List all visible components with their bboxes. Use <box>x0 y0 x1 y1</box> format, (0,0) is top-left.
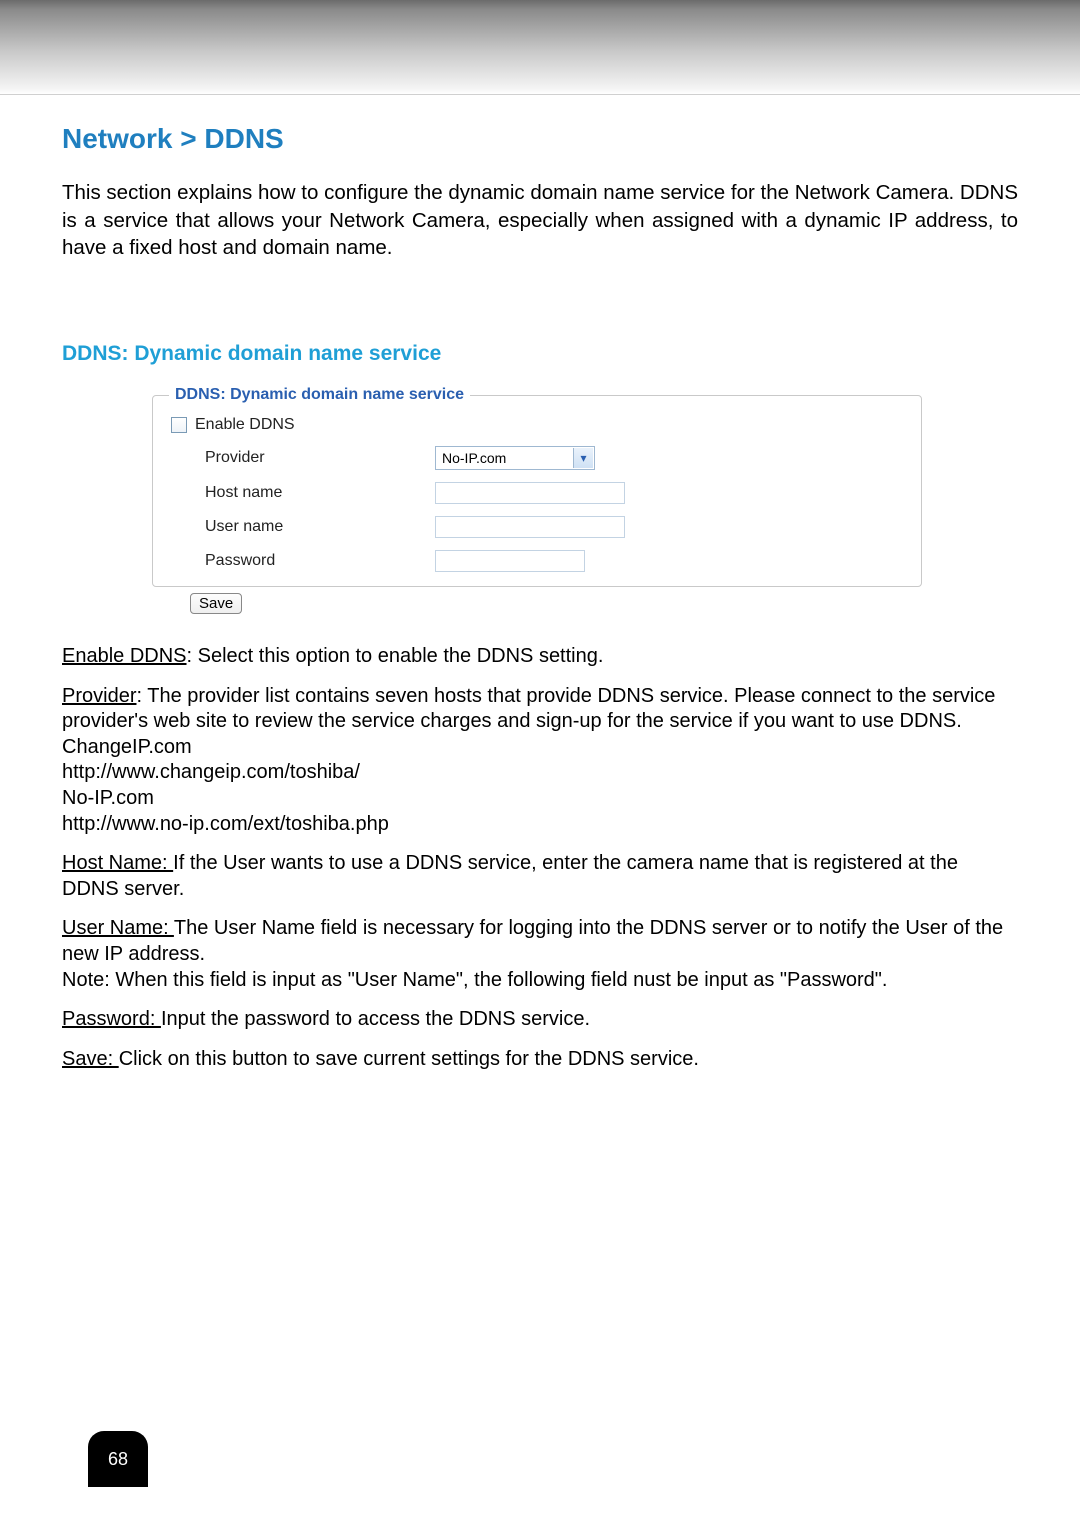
save-button[interactable]: Save <box>190 593 242 614</box>
hostname-row: Host name <box>169 482 905 504</box>
text-enable: : Select this option to enable the DDNS … <box>187 645 604 667</box>
provider-select-value: No-IP.com <box>442 450 506 466</box>
provider-url2: http://www.no-ip.com/ext/toshiba.php <box>62 813 389 835</box>
page-title: Network > DDNS <box>62 123 1018 155</box>
intro-paragraph: This section explains how to configure t… <box>62 179 1018 262</box>
desc-hostname: Host Name: If the User wants to use a DD… <box>62 851 1018 902</box>
text-hostname: If the User wants to use a DDNS service,… <box>62 852 958 900</box>
term-enable: Enable DDNS <box>62 645 187 667</box>
ddns-panel-wrap: DDNS: Dynamic domain name service Enable… <box>152 386 1018 614</box>
username-label: User name <box>205 518 435 536</box>
enable-ddns-checkbox[interactable] <box>171 417 187 433</box>
desc-username: User Name: The User Name field is necess… <box>62 916 1018 993</box>
term-provider: Provider <box>62 685 136 707</box>
enable-ddns-label: Enable DDNS <box>195 416 295 434</box>
desc-enable: Enable DDNS: Select this option to enabl… <box>62 644 1018 670</box>
password-input[interactable] <box>435 550 585 572</box>
provider-list1: ChangeIP.com <box>62 736 192 758</box>
term-hostname: Host Name: <box>62 852 173 874</box>
enable-ddns-row: Enable DDNS <box>171 416 905 434</box>
section-heading: DDNS: Dynamic domain name service <box>62 342 1018 366</box>
text-password: Input the password to access the DDNS se… <box>161 1008 590 1030</box>
password-label: Password <box>205 552 435 570</box>
header-gradient <box>0 0 1080 95</box>
password-row: Password <box>169 550 905 572</box>
text-username: The User Name field is necessary for log… <box>62 917 1003 965</box>
chevron-down-icon: ▾ <box>573 448 593 468</box>
note-username: Note: When this field is input as "User … <box>62 969 887 991</box>
provider-url1: http://www.changeip.com/toshiba/ <box>62 761 360 783</box>
desc-provider: Provider: The provider list contains sev… <box>62 684 1018 838</box>
username-row: User name <box>169 516 905 538</box>
text-save: Click on this button to save current set… <box>119 1048 699 1070</box>
desc-password: Password: Input the password to access t… <box>62 1007 1018 1033</box>
ddns-fieldset: DDNS: Dynamic domain name service Enable… <box>152 386 922 587</box>
page-number-badge: 68 <box>88 1431 148 1487</box>
hostname-input[interactable] <box>435 482 625 504</box>
term-username: User Name: <box>62 917 174 939</box>
provider-list2: No-IP.com <box>62 787 154 809</box>
provider-select[interactable]: No-IP.com ▾ <box>435 446 595 470</box>
provider-label: Provider <box>205 449 435 467</box>
username-input[interactable] <box>435 516 625 538</box>
text-provider: : The provider list contains seven hosts… <box>62 685 995 733</box>
hostname-label: Host name <box>205 484 435 502</box>
provider-row: Provider No-IP.com ▾ <box>169 446 905 470</box>
fieldset-legend: DDNS: Dynamic domain name service <box>169 386 470 404</box>
page-number: 68 <box>108 1449 128 1470</box>
term-password: Password: <box>62 1008 161 1030</box>
page-body: Network > DDNS This section explains how… <box>0 95 1080 1527</box>
term-save: Save: <box>62 1048 119 1070</box>
desc-save: Save: Click on this button to save curre… <box>62 1047 1018 1073</box>
